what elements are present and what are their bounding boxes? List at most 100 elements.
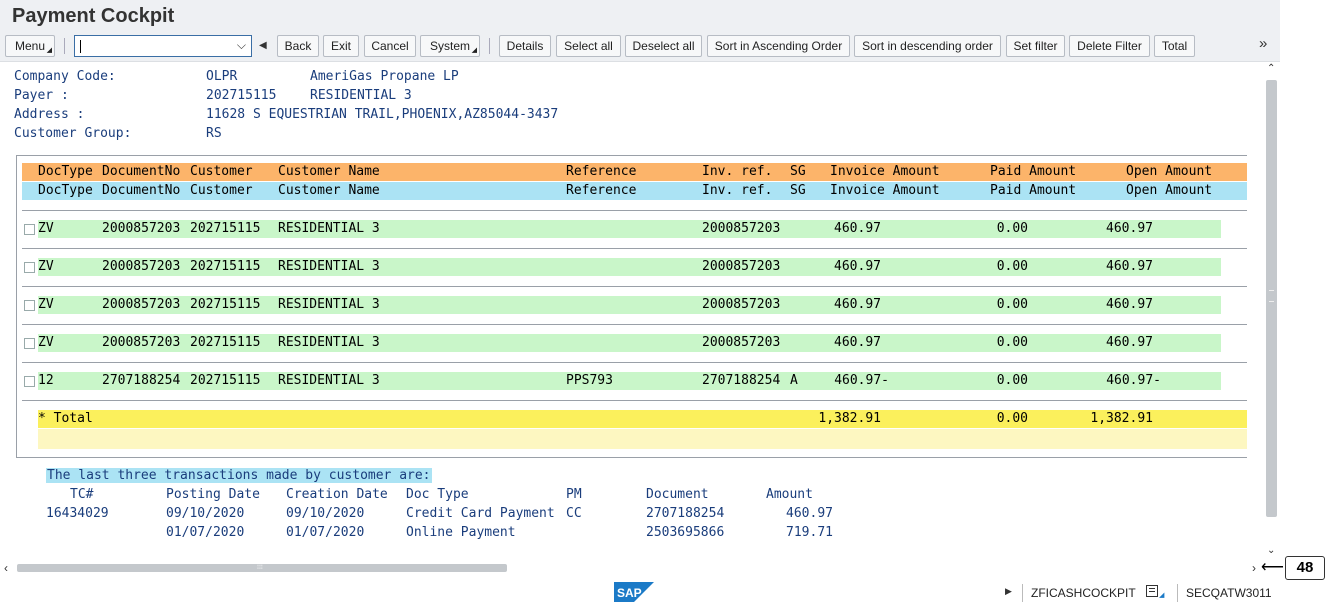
cell-doctype: ZV [38,221,54,236]
cancel-button[interactable]: Cancel [364,35,416,57]
tx-amount: 719.71 [786,525,833,540]
cell-doctype: ZV [38,259,54,274]
cell-customer-name: RESIDENTIAL 3 [278,373,380,388]
row-checkbox[interactable] [24,224,35,235]
sort-descending-button[interactable]: Sort in descending order [854,35,1001,57]
corner-caret-icon: ◢ [471,47,477,54]
tx-document: 2707188254 [646,506,725,521]
status-divider [1022,584,1023,602]
tx-doc-type: Credit Card Payment [406,506,555,521]
col-invoice-amount[interactable]: Invoice Amount [830,164,940,179]
customer-group-label: Customer Group: [14,126,132,141]
cell-customer-name: RESIDENTIAL 3 [278,259,380,274]
row-divider [22,248,1247,249]
col-reference[interactable]: Reference [566,164,636,179]
back-button[interactable]: Back [277,35,319,57]
col-doctype[interactable]: DocType [38,164,93,179]
tx-creation-date: 01/07/2020 [286,525,365,540]
chevron-down-icon[interactable]: ⌵ [237,38,246,53]
arrow-left-icon: ⟵ [1261,559,1284,576]
total-button[interactable]: Total [1154,35,1195,57]
menu-button[interactable]: Menu ◢ [5,35,55,57]
list-icon[interactable] [1146,585,1158,597]
col-customer-name[interactable]: Customer Name [278,164,380,179]
col-open-amount[interactable]: Open Amount [1126,183,1212,198]
delete-filter-button[interactable]: Delete Filter [1069,35,1150,57]
system-button-label: System [429,39,470,53]
grip-icon [1269,290,1274,302]
col-invoice-amount[interactable]: Invoice Amount [830,183,940,198]
col-doctype[interactable]: DocType [38,183,93,198]
sort-ascending-button[interactable]: Sort in Ascending Order [707,35,850,57]
col-open-amount[interactable]: Open Amount [1126,164,1212,179]
col-customer-name[interactable]: Customer Name [278,183,380,198]
col-paid-amount[interactable]: Paid Amount [990,164,1076,179]
cell-inv-ref: 2000857203 [702,259,781,274]
row-checkbox[interactable] [24,262,35,273]
title-bar: Payment Cockpit [0,0,1280,33]
tx-creation-date: 09/10/2020 [286,506,365,521]
more-actions-icon[interactable]: » [1259,35,1267,52]
col-paid-amount[interactable]: Paid Amount [990,183,1076,198]
company-code-label: Company Code: [14,69,116,84]
cell-customer: 202715115 [190,259,261,274]
scroll-left-icon[interactable]: ‹ [4,561,8,575]
triangle-left-icon[interactable]: ◀ [259,40,267,51]
col-tc: TC# [70,487,94,502]
tx-posting-date: 09/10/2020 [166,506,245,521]
cell-sg: A [790,373,798,388]
total-paid-amount: 0.00 [996,411,1028,426]
sap-window: Payment Cockpit Menu ◢ ⌵ ◀ Back Exit Canc… [0,0,1280,609]
cell-documentno: 2000857203 [102,335,181,350]
details-button[interactable]: Details [499,35,551,57]
exit-button[interactable]: Exit [323,35,359,57]
page-title: Payment Cockpit [12,5,175,27]
cell-paid-amount: 0.00 [996,297,1028,312]
menu-button-label: Menu [14,39,46,53]
cell-doctype: ZV [38,335,54,350]
select-all-button[interactable]: Select all [556,35,621,57]
cell-doctype: ZV [38,297,54,312]
horizontal-scrollbar[interactable]: ⁞⁞⁞ [17,564,507,572]
vertical-scrollbar[interactable] [1266,80,1277,517]
col-sg[interactable]: SG [790,164,806,179]
cell-invoice-amount: 460.97 [834,297,881,312]
tx-posting-date: 01/07/2020 [166,525,245,540]
scroll-up-icon[interactable]: ⌃ [1267,63,1275,74]
command-field[interactable]: ⌵ [74,35,252,57]
row-checkbox[interactable] [24,300,35,311]
cell-invoice-amount: 460.97 [834,259,881,274]
col-documentno[interactable]: DocumentNo [102,164,180,179]
system-button[interactable]: System ◢ [420,35,480,57]
tx-tc: 16434029 [46,506,109,521]
col-inv-ref[interactable]: Inv. ref. [702,183,772,198]
cell-paid-amount: 0.00 [996,259,1028,274]
col-inv-ref[interactable]: Inv. ref. [702,164,772,179]
col-documentno[interactable]: DocumentNo [102,183,180,198]
col-customer[interactable]: Customer [190,164,253,179]
col-sg[interactable]: SG [790,183,806,198]
tx-amount: 460.97 [786,506,833,521]
deselect-all-button[interactable]: Deselect all [625,35,702,57]
cell-invoice-amount: 460.97 [834,221,881,236]
cell-invoice-amount: 460.97 [834,335,881,350]
cell-open-amount: 460.97 [1106,259,1153,274]
sap-logo: SAP [614,582,654,602]
scroll-down-icon[interactable]: ⌄ [1267,545,1275,556]
row-checkbox[interactable] [24,338,35,349]
cell-paid-amount: 0.00 [996,335,1028,350]
triangle-right-icon[interactable]: ▶ [1005,586,1012,597]
cell-inv-ref: 2707188254 [702,373,781,388]
set-filter-button[interactable]: Set filter [1006,35,1065,57]
company-code-value: OLPR [206,69,238,84]
row-checkbox[interactable] [24,376,35,387]
callout-number: 48 [1285,556,1325,580]
col-reference[interactable]: Reference [566,183,636,198]
scroll-right-icon[interactable]: › [1252,561,1256,575]
row-divider [22,210,1247,211]
row-divider [22,324,1247,325]
table-top-border [16,155,1247,156]
toolbar: Menu ◢ ⌵ ◀ Back Exit Cancel System ◢ Detai… [0,33,1280,62]
col-customer[interactable]: Customer [190,183,253,198]
col-amount: Amount [766,487,813,502]
